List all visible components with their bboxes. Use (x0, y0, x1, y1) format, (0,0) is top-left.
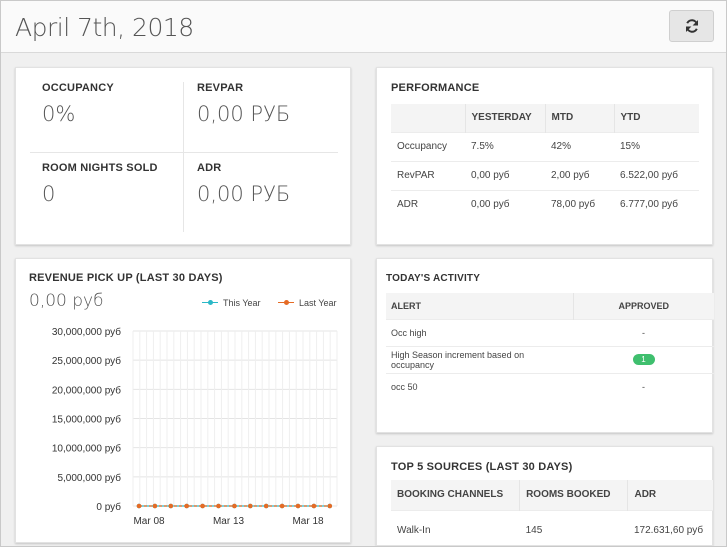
alert-cell: High Season increment based on occupancy (386, 345, 573, 373)
table-row: ADR 0,00 руб 78,00 руб 6.777,00 руб (391, 189, 699, 219)
data-point (152, 503, 158, 509)
table-cell: 0,00 руб (465, 160, 545, 190)
page-header: April 7th, 2018 (1, 1, 726, 53)
table-cell: 0,00 руб (465, 189, 545, 219)
approved-count-badge[interactable]: 1 (632, 354, 655, 365)
legend-last-year[interactable]: Last Year (278, 298, 337, 308)
table-header-row: BOOKING CHANNELS ROOMS BOOKED ADR (391, 480, 713, 510)
table-row: RevPAR 0,00 руб 2,00 руб 6.522,00 руб (391, 160, 699, 190)
adr-value: 0,00 РУБ (197, 182, 291, 206)
column-header: MTD (544, 104, 614, 132)
revenue-card: REVENUE PICK UP (LAST 30 DAYS) 0,00 руб … (15, 258, 351, 543)
table-cell: RevPAR (391, 160, 465, 190)
data-point (168, 503, 174, 509)
column-header: ADR (627, 480, 713, 510)
legend-label: This Year (223, 298, 261, 308)
rooms-cell: 145 (519, 509, 628, 546)
column-header: BOOKING CHANNELS (391, 480, 520, 510)
channel-cell: Walk-In (391, 509, 520, 546)
y-tick-label: 15,000,000 руб (52, 414, 121, 426)
approved-cell: 1 (573, 345, 714, 373)
alert-cell: Occ high (386, 318, 573, 346)
table-cell: 6.777,00 руб (614, 189, 699, 219)
revpar-value: 0,00 РУБ (197, 102, 291, 126)
revpar-label: REVPAR (197, 82, 244, 94)
kpi-divider-horizontal (30, 152, 338, 153)
occupancy-value: 0% (42, 102, 76, 126)
y-tick-label: 5,000,000 руб (57, 472, 121, 484)
y-tick-label: 10,000,000 руб (52, 443, 121, 455)
approved-cell: - (573, 318, 714, 346)
table-row: Walk-In 145 172.631,60 руб (391, 509, 713, 546)
last-year-swatch (278, 300, 294, 306)
table-header-row: YESTERDAY MTD YTD (391, 104, 699, 132)
occupancy-label: OCCUPANCY (42, 82, 114, 94)
table-cell: 2,00 руб (545, 160, 614, 190)
this-year-swatch (202, 300, 218, 306)
refresh-button[interactable] (669, 10, 714, 42)
data-point (327, 503, 333, 509)
y-tick-label: 25,000,000 руб (52, 355, 121, 367)
room-nights-value: 0 (42, 182, 56, 206)
column-header: APPROVED (572, 293, 714, 319)
data-point (311, 503, 317, 509)
table-cell: Occupancy (391, 131, 465, 161)
table-row: occ 50 - (386, 372, 714, 400)
table-header-row: ALERT APPROVED (386, 293, 714, 319)
table-cell: 15% (614, 131, 699, 161)
table-cell: 6.522,00 руб (614, 160, 699, 190)
data-point (232, 503, 237, 509)
table-row: High Season increment based on occupancy… (386, 345, 714, 373)
performance-title: PERFORMANCE (391, 82, 480, 94)
performance-table: YESTERDAY MTD YTD Occupancy 7.5% 42% 15%… (391, 104, 699, 219)
adr-cell: 172.631,60 руб (627, 509, 713, 546)
x-tick-label: Mar 18 (292, 516, 324, 527)
sources-title: TOP 5 SOURCES (LAST 30 DAYS) (391, 461, 573, 473)
data-point (248, 503, 253, 509)
refresh-icon (685, 19, 698, 33)
column-header: YESTERDAY (464, 104, 545, 132)
adr-label: ADR (197, 162, 222, 174)
dashboard-window: April 7th, 2018 OCCUPANCY 0% REVPAR 0,00… (0, 0, 727, 547)
kpi-card: OCCUPANCY 0% REVPAR 0,00 РУБ ROOM NIGHTS… (15, 67, 351, 245)
revenue-total: 0,00 руб (29, 291, 104, 311)
data-point (216, 503, 221, 509)
performance-card: PERFORMANCE YESTERDAY MTD YTD Occupancy … (376, 67, 713, 245)
table-cell: 78,00 руб (545, 189, 614, 219)
revenue-title: REVENUE PICK UP (LAST 30 DAYS) (29, 272, 223, 284)
column-header (391, 104, 465, 132)
table-row: Occ high - (386, 318, 714, 346)
revenue-chart: 30,000,000 руб 25,000,000 руб 20,000,000 р… (52, 326, 338, 527)
data-point (279, 503, 285, 509)
x-tick-label: Mar 13 (213, 516, 245, 527)
table-cell: 42% (545, 131, 614, 161)
table-cell: 7.5% (465, 131, 545, 161)
alert-cell: occ 50 (386, 372, 573, 400)
column-header: ROOMS BOOKED (519, 480, 628, 510)
data-point (136, 503, 142, 509)
column-header: YTD (613, 104, 699, 132)
data-point (200, 503, 205, 509)
activity-table: ALERT APPROVED Occ high - High Season in… (386, 293, 714, 400)
table-row: Occupancy 7.5% 42% 15% (391, 131, 699, 161)
data-point (295, 503, 301, 509)
data-point (263, 503, 269, 509)
kpi-divider-vertical (183, 82, 184, 232)
page-title: April 7th, 2018 (15, 13, 194, 42)
legend-this-year[interactable]: This Year (202, 298, 261, 308)
y-tick-label: 0 руб (96, 501, 121, 513)
activity-card: TODAY'S ACTIVITY ALERT APPROVED Occ high… (376, 258, 714, 433)
room-nights-label: ROOM NIGHTS SOLD (42, 162, 158, 174)
approved-cell: - (573, 372, 714, 400)
activity-title: TODAY'S ACTIVITY (386, 273, 481, 284)
y-tick-label: 30,000,000 руб (52, 326, 121, 338)
y-tick-label: 20,000,000 руб (52, 384, 121, 396)
sources-table: BOOKING CHANNELS ROOMS BOOKED ADR Walk-I… (391, 480, 713, 546)
sources-card: TOP 5 SOURCES (LAST 30 DAYS) BOOKING CHA… (376, 446, 713, 546)
x-tick-label: Mar 08 (133, 516, 165, 527)
data-point (184, 503, 189, 509)
legend-label: Last Year (299, 298, 337, 308)
column-header: ALERT (386, 293, 573, 319)
table-cell: ADR (391, 189, 465, 219)
